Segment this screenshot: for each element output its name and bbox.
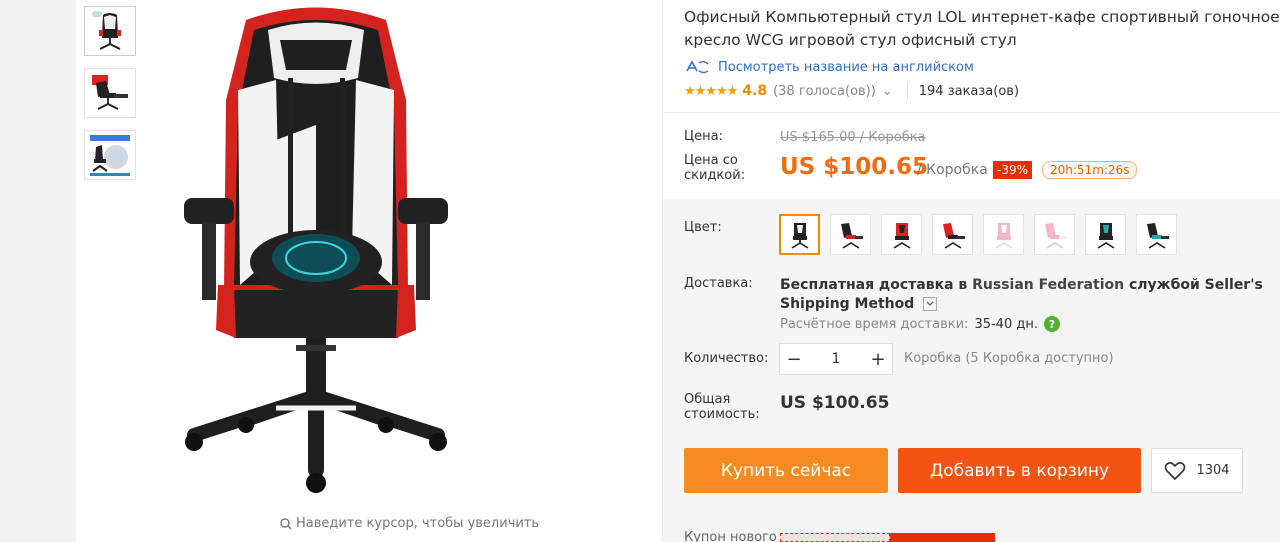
thumbnail-1[interactable]: [84, 6, 136, 56]
discount-price: US $100.65: [780, 154, 929, 180]
color-swatch-5[interactable]: [983, 214, 1024, 255]
color-swatch-6[interactable]: [1034, 214, 1075, 255]
translate-title-text: Посмотреть название на английском: [718, 59, 974, 75]
buy-now-button[interactable]: Купить сейчас: [684, 448, 888, 493]
price-label: Цена:: [684, 129, 723, 144]
color-swatch-3[interactable]: [881, 214, 922, 255]
chair-red-image: [893, 222, 910, 249]
coupon-banner-left: [780, 533, 890, 542]
old-price: US $165.00 / Коробка: [780, 130, 926, 145]
chair-black-teal-reclined-image: [1146, 222, 1169, 249]
quantity-stepper: − 1 +: [779, 343, 893, 375]
product-main-image[interactable]: [176, 0, 456, 500]
chevron-down-icon[interactable]: [923, 297, 938, 311]
orders-count: 194 заказа(ов): [918, 83, 1020, 99]
chair-black-white-image: [791, 222, 808, 249]
thumbnail-2[interactable]: [84, 68, 136, 118]
color-swatch-8[interactable]: [1136, 214, 1177, 255]
color-swatch-1[interactable]: [779, 214, 820, 255]
color-swatches: [779, 214, 1177, 255]
chair-reclined-image: [840, 222, 863, 249]
thumbnail-3[interactable]: [84, 130, 136, 180]
product-page: Наведите курсор, чтобы увеличить Офисный…: [0, 0, 1280, 542]
quantity-input[interactable]: 1: [832, 351, 841, 367]
shipping-days: 35-40 дн.: [974, 316, 1038, 332]
color-swatch-4[interactable]: [932, 214, 973, 255]
shipping-method[interactable]: Бесплатная доставка в Russian Federation…: [780, 276, 1280, 314]
zoom-hint: Наведите курсор, чтобы увеличить: [280, 516, 539, 531]
chevron-down-icon[interactable]: ⌄: [882, 84, 893, 99]
chair-red-reclined-image: [942, 222, 965, 249]
total-price: US $100.65: [780, 393, 890, 413]
quantity-decrease-button[interactable]: −: [780, 344, 808, 374]
rating-value: 4.8: [742, 83, 768, 99]
quantity-available: Коробка (5 Коробка доступно): [904, 351, 1114, 366]
chair-reclined-thumbnail-image: [92, 75, 128, 110]
color-label: Цвет:: [684, 220, 722, 235]
help-icon[interactable]: ?: [1043, 316, 1060, 332]
discount-badge: -39%: [993, 161, 1033, 179]
chair-pink-reclined-image: [1044, 222, 1067, 249]
rating-divider: [906, 83, 908, 99]
left-margin: [0, 0, 76, 542]
chair-black-teal-image: [1097, 222, 1114, 249]
shipping-time: Расчётное время доставки: 35-40 дн. ?: [780, 316, 1060, 332]
rating-stars-icon: ★★★★★: [684, 83, 738, 99]
thumbnail-list: [84, 6, 136, 192]
translate-icon: [686, 60, 709, 74]
add-to-cart-button[interactable]: Добавить в корзину: [898, 448, 1141, 493]
color-swatch-7[interactable]: [1085, 214, 1126, 255]
translate-title-link[interactable]: Посмотреть название на английском: [684, 59, 974, 75]
shipping-time-label: Расчётное время доставки:: [780, 316, 969, 332]
countdown-timer: 20h:51m:26s: [1042, 161, 1138, 179]
rating-row: ★★★★★ 4.8 (38 голоса(ов)) ⌄ 194 заказа(о…: [684, 83, 1019, 99]
shipping-label: Доставка:: [684, 276, 753, 291]
wishlist-count: 1304: [1196, 463, 1230, 478]
total-label: Общая стоимость:: [684, 392, 760, 422]
product-info-panel: Офисный Компьютерный стул LOL интернет-к…: [662, 0, 1280, 542]
product-gallery: Наведите курсор, чтобы увеличить: [76, 0, 662, 542]
wishlist-button[interactable]: 1304: [1151, 448, 1243, 493]
zoom-hint-text: Наведите курсор, чтобы увеличить: [296, 516, 540, 531]
shipping-country[interactable]: Russian Federation: [972, 277, 1124, 293]
price-unit: / Коробка: [917, 162, 988, 178]
product-title: Офисный Компьютерный стул LOL интернет-к…: [684, 8, 1280, 49]
heart-icon: [1165, 461, 1186, 480]
quantity-label: Количество:: [684, 351, 769, 366]
chair-thumbnail-image: [92, 11, 121, 50]
quantity-increase-button[interactable]: +: [864, 344, 892, 374]
discount-price-label: Цена со скидкой:: [684, 153, 746, 183]
coupon-label: Купон нового: [684, 530, 777, 542]
magnifier-icon: [280, 517, 292, 529]
chair-pink-image: [995, 222, 1012, 249]
chair-feature-thumbnail-image: [90, 135, 130, 176]
shipping-text-1: Бесплатная доставка в: [780, 277, 973, 293]
color-swatch-2[interactable]: [830, 214, 871, 255]
price-divider: [663, 112, 1280, 113]
votes-count[interactable]: (38 голоса(ов)): [773, 84, 876, 99]
